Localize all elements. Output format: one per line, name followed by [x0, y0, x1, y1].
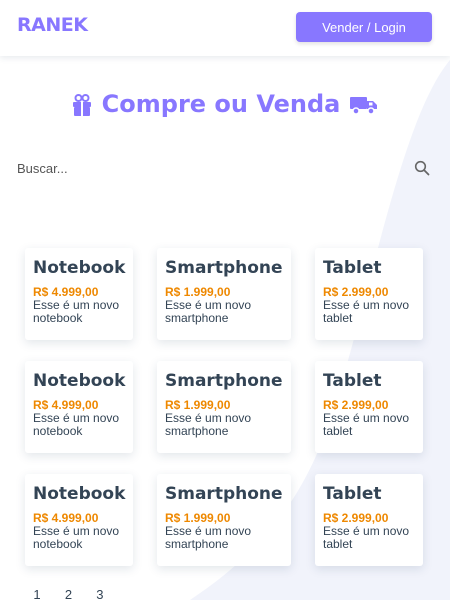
- pagination: 1 2 3: [30, 586, 120, 600]
- hero-title: Compre ou Venda: [0, 90, 450, 118]
- product-title: Smartphone: [165, 258, 283, 278]
- product-description: Esse é um novo tablet: [323, 524, 410, 551]
- hero-title-text: Compre ou Venda: [101, 90, 341, 118]
- product-card[interactable]: Tablet R$ 2.999,00 Esse é um novo tablet: [315, 474, 423, 566]
- product-title: Notebook: [33, 484, 126, 504]
- product-description: Esse é um novo notebook: [33, 524, 120, 551]
- page-link-3[interactable]: 3: [93, 587, 107, 600]
- product-description: Esse é um novo tablet: [323, 411, 410, 438]
- product-description: Esse é um novo tablet: [323, 298, 410, 325]
- product-card[interactable]: Smartphone R$ 1.999,00 Esse é um novo sm…: [157, 361, 291, 453]
- product-title: Smartphone: [165, 371, 283, 391]
- product-description: Esse é um novo notebook: [33, 411, 120, 438]
- product-title: Notebook: [33, 371, 126, 391]
- app-header: RANEK Vender / Login: [0, 0, 450, 56]
- page-link-2[interactable]: 2: [61, 587, 75, 600]
- product-card[interactable]: Tablet R$ 2.999,00 Esse é um novo tablet: [315, 248, 423, 340]
- product-description: Esse é um novo smartphone: [165, 298, 252, 325]
- product-card[interactable]: Tablet R$ 2.999,00 Esse é um novo tablet: [315, 361, 423, 453]
- product-title: Tablet: [323, 258, 382, 278]
- search-bar: [0, 152, 450, 184]
- product-description: Esse é um novo notebook: [33, 298, 120, 325]
- product-description: Esse é um novo smartphone: [165, 524, 252, 551]
- product-card[interactable]: Notebook R$ 4.999,00 Esse é um novo note…: [25, 248, 133, 340]
- product-card[interactable]: Smartphone R$ 1.999,00 Esse é um novo sm…: [157, 474, 291, 566]
- product-title: Tablet: [323, 484, 382, 504]
- search-input[interactable]: [17, 156, 397, 180]
- product-description: Esse é um novo smartphone: [165, 411, 252, 438]
- truck-icon: [349, 97, 377, 115]
- product-card[interactable]: Smartphone R$ 1.999,00 Esse é um novo sm…: [157, 248, 291, 340]
- page-link-1[interactable]: 1: [30, 587, 44, 600]
- gift-icon: [73, 94, 92, 116]
- product-title: Notebook: [33, 258, 126, 278]
- product-title: Tablet: [323, 371, 382, 391]
- product-card[interactable]: Notebook R$ 4.999,00 Esse é um novo note…: [25, 361, 133, 453]
- search-icon[interactable]: [414, 160, 430, 176]
- login-button[interactable]: Vender / Login: [296, 12, 432, 42]
- product-card[interactable]: Notebook R$ 4.999,00 Esse é um novo note…: [25, 474, 133, 566]
- logo[interactable]: RANEK: [17, 14, 88, 36]
- product-title: Smartphone: [165, 484, 283, 504]
